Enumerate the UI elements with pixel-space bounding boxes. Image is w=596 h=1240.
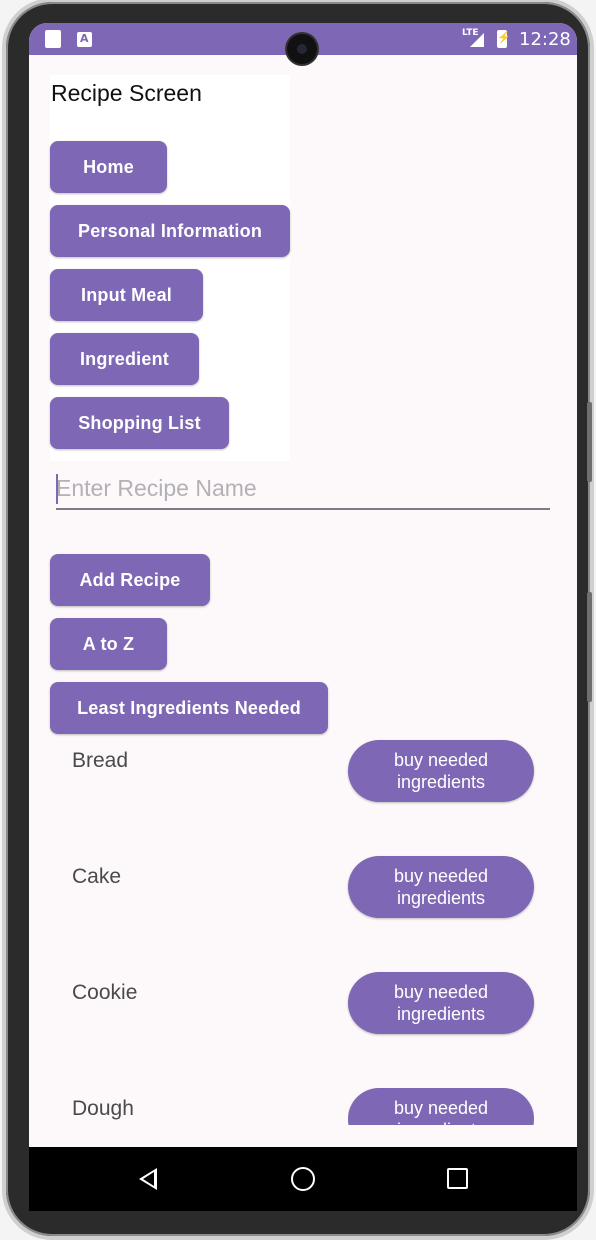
sort-least-ingredients-button[interactable]: Least Ingredients Needed [50,682,328,734]
volume-button [587,402,592,482]
buy-ingredients-label: buy needed ingredients [393,750,489,792]
recents-icon[interactable] [447,1168,468,1189]
sort-a-to-z-button[interactable]: A to Z [50,618,167,670]
page-title: Recipe Screen [51,80,202,106]
list-clip: buy needed ingredients [348,1088,534,1125]
recipe-name-cake: Cake [72,865,122,888]
home-icon[interactable] [291,1167,315,1191]
text-cursor [56,474,58,504]
ingredient-button[interactable]: Ingredient [50,333,199,385]
front-camera [287,34,317,64]
input-meal-button[interactable]: Input Meal [50,269,203,321]
home-button[interactable]: Home [50,141,167,193]
add-recipe-button[interactable]: Add Recipe [50,554,210,606]
phone-frame: LTE 12:28 Recipe Screen Home Personal In… [6,2,592,1236]
app-notification-icon [77,32,92,47]
app-screen: LTE 12:28 Recipe Screen Home Personal In… [29,23,577,1211]
back-icon[interactable] [139,1168,157,1190]
shopping-list-button[interactable]: Shopping List [50,397,229,449]
battery-charging-icon [497,30,511,48]
signal-icon [470,33,484,47]
recipe-name-cookie: Cookie [72,981,138,1004]
buy-ingredients-label: buy needed ingredients [393,1098,489,1125]
buy-ingredients-label: buy needed ingredients [393,982,489,1024]
recipe-name-dough: Dough [72,1097,134,1120]
status-time: 12:28 [519,29,571,50]
buy-ingredients-button-dough[interactable]: buy needed ingredients [348,1088,534,1125]
recipe-name-field [56,468,550,513]
buy-ingredients-button-bread[interactable]: buy needed ingredients [348,740,534,802]
system-nav-bar [29,1147,577,1211]
power-button [587,592,592,702]
recipe-name-input[interactable] [56,468,550,510]
buy-ingredients-button-cake[interactable]: buy needed ingredients [348,856,534,918]
sd-card-icon [45,30,61,48]
buy-ingredients-button-cookie[interactable]: buy needed ingredients [348,972,534,1034]
buy-ingredients-label: buy needed ingredients [393,866,489,908]
personal-information-button[interactable]: Personal Information [50,205,290,257]
recipe-name-bread: Bread [72,749,129,772]
